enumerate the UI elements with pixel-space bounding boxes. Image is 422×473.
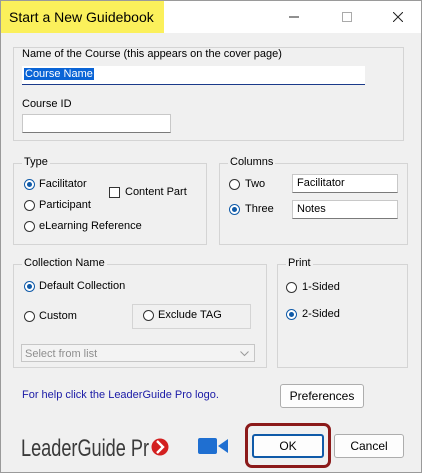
columns-three-radio[interactable] (229, 204, 240, 215)
preferences-button[interactable]: Preferences (280, 384, 364, 408)
column1-field[interactable]: Facilitator (292, 174, 398, 193)
columns-two-radio[interactable] (229, 179, 240, 190)
svg-text:LeaderGuide Pr: LeaderGuide Pr (21, 435, 149, 462)
facilitator-radio[interactable] (24, 179, 35, 190)
minimize-button[interactable] (282, 5, 306, 29)
collection-select-value: Select from list (25, 348, 98, 360)
ok-button[interactable]: OK (252, 434, 324, 458)
collection-group-label: Collection Name (22, 257, 107, 269)
cancel-button[interactable]: Cancel (334, 434, 404, 458)
exclude-tag-radio[interactable] (143, 310, 154, 321)
column2-field[interactable]: Notes (292, 200, 398, 219)
facilitator-label: Facilitator (39, 178, 87, 190)
help-link[interactable]: For help click the LeaderGuide Pro logo. (22, 389, 219, 401)
course-id-label: Course ID (22, 98, 72, 110)
course-name-value: Course Name (24, 68, 94, 80)
dialog-window: Start a New Guidebook Name of the Course… (0, 0, 422, 473)
columns-group-label: Columns (228, 156, 276, 168)
video-camera-icon (198, 438, 228, 454)
two-sided-radio[interactable] (286, 309, 297, 320)
elearning-reference-radio[interactable] (24, 221, 35, 232)
default-collection-label: Default Collection (39, 280, 126, 292)
one-sided-label: 1-Sided (302, 281, 340, 293)
exclude-tag-label: Exclude TAG (158, 309, 222, 321)
course-id-field[interactable] (22, 114, 171, 133)
video-camera-button[interactable] (197, 435, 229, 457)
window-title: Start a New Guidebook (1, 1, 164, 33)
custom-collection-radio[interactable] (24, 311, 35, 322)
close-icon (393, 12, 403, 22)
content-part-label: Content Part (125, 186, 187, 198)
collection-select[interactable]: Select from list (21, 344, 255, 362)
elearning-reference-label: eLearning Reference (39, 220, 142, 232)
title-bar: Start a New Guidebook (1, 1, 421, 33)
default-collection-radio[interactable] (24, 281, 35, 292)
course-name-label: Name of the Course (this appears on the … (22, 48, 282, 60)
one-sided-radio[interactable] (286, 282, 297, 293)
chevron-down-icon (240, 351, 249, 357)
leaderguide-pro-logo[interactable]: LeaderGuide Pr (20, 426, 170, 466)
close-button[interactable] (386, 5, 410, 29)
leaderguide-pro-logo-icon: LeaderGuide Pr (21, 435, 169, 462)
maximize-button[interactable] (335, 5, 359, 29)
participant-radio[interactable] (24, 200, 35, 211)
maximize-icon (342, 12, 352, 22)
minimize-icon (289, 16, 299, 18)
print-group-label: Print (286, 257, 313, 269)
course-name-field[interactable]: Course Name (22, 66, 365, 85)
columns-three-label: Three (245, 203, 274, 215)
content-part-checkbox[interactable] (109, 187, 120, 198)
columns-two-label: Two (245, 178, 266, 190)
participant-label: Participant (39, 199, 91, 211)
custom-collection-label: Custom (39, 310, 77, 322)
type-group-label: Type (22, 156, 50, 168)
two-sided-label: 2-Sided (302, 308, 340, 320)
